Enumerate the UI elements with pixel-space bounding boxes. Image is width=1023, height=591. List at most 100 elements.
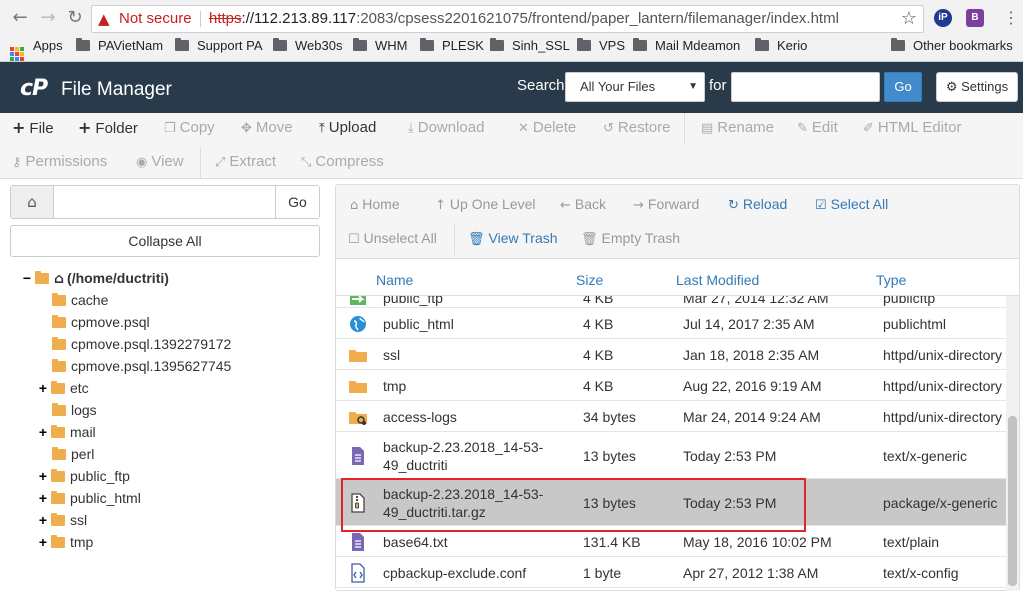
search-scope-select[interactable]: All Your Files ▼ xyxy=(565,72,705,102)
column-name[interactable]: Name xyxy=(376,270,413,290)
file-size: 131.4 KB xyxy=(583,534,641,550)
unselect-all-button[interactable]: ☐ Unselect All xyxy=(348,228,437,250)
file-modified: Aug 22, 2016 9:19 AM xyxy=(683,378,822,394)
table-row[interactable]: access-logs 34 bytes Mar 24, 2014 9:24 AM h… xyxy=(336,401,1006,432)
move-button[interactable]: ✥ Move xyxy=(241,118,293,139)
upload-button[interactable]: ⤒ Upload xyxy=(319,118,376,139)
bookmark-mail-mdeamon[interactable]: Mail Mdeamon xyxy=(633,35,740,57)
copy-button[interactable]: ❐ Copy xyxy=(164,118,215,139)
bookmark-plesk[interactable]: PLESK xyxy=(420,35,484,57)
view-button[interactable]: ◉ View xyxy=(136,152,184,173)
other-bookmarks[interactable]: Other bookmarks xyxy=(891,35,1013,57)
bookmark-pavietnam[interactable]: PAVietNam xyxy=(76,35,163,57)
expand-toggle-icon[interactable]: + xyxy=(38,509,48,531)
tree-item-perl[interactable]: perl xyxy=(52,443,94,465)
back-arrow-icon[interactable]: ← xyxy=(8,6,32,30)
table-row[interactable]: public_ftp 4 KB Mar 27, 2014 12:32 AM publi… xyxy=(336,296,1006,308)
browser-menu-icon[interactable]: ⋮ xyxy=(1003,10,1019,28)
toolbar-label: Edit xyxy=(811,119,838,136)
table-row[interactable]: tmp 4 KB Aug 22, 2016 9:19 AM httpd/unix-di… xyxy=(336,370,1006,401)
tree-item-cache[interactable]: cache xyxy=(52,289,108,311)
expand-toggle-icon[interactable]: + xyxy=(38,531,48,553)
tree-item-mail[interactable]: + mail xyxy=(38,421,96,443)
search-go-button[interactable]: Go xyxy=(884,72,922,102)
expand-toggle-icon[interactable]: + xyxy=(38,487,48,509)
column-last-modified[interactable]: Last Modified xyxy=(676,270,759,290)
tree-item-cpmove-psql[interactable]: cpmove.psql xyxy=(52,311,150,333)
column-size[interactable]: Size xyxy=(576,270,603,290)
extension-b-icon[interactable]: B xyxy=(966,9,984,27)
scrollbar-thumb[interactable] xyxy=(1008,416,1017,586)
table-row[interactable]: cpbackup-exclude.conf 1 byte Apr 27, 2012 … xyxy=(336,557,1006,588)
tree-label: public_ftp xyxy=(70,468,130,484)
file-name[interactable]: tmp xyxy=(383,377,406,395)
permissions-button[interactable]: ⚷ Permissions xyxy=(12,152,107,173)
tree-item-public-ftp[interactable]: + public_ftp xyxy=(38,465,130,487)
tree-label: etc xyxy=(70,380,89,396)
search-input[interactable] xyxy=(731,72,880,102)
tree-item-tmp[interactable]: + tmp xyxy=(38,531,93,553)
select-all-button[interactable]: ☑ Select All xyxy=(815,194,888,216)
expand-toggle-icon[interactable]: + xyxy=(38,377,48,399)
settings-button[interactable]: ⚙ Settings xyxy=(936,72,1018,102)
tree-item-cpmove-psql-1[interactable]: cpmove.psql.1392279172 xyxy=(52,333,231,355)
compress-button[interactable]: ⤡ Compress xyxy=(301,152,384,173)
table-row[interactable]: public_html 4 KB Jul 14, 2017 2:35 AM publi… xyxy=(336,308,1006,339)
bookmark-apps[interactable]: Apps xyxy=(10,35,63,61)
download-button[interactable]: ⤓ Download xyxy=(408,118,484,139)
bookmark-sinh-ssl[interactable]: Sinh_SSL xyxy=(490,35,570,57)
file-name[interactable]: backup-2.23.2018_14-53- 49_ductriti xyxy=(383,438,543,474)
empty-trash-button[interactable]: 🗑 Empty Trash xyxy=(581,228,680,250)
delete-button[interactable]: ✕ Delete xyxy=(518,118,576,139)
html-editor-button[interactable]: ✐ HTML Editor xyxy=(863,118,962,139)
cpanel-logo[interactable]: cP xyxy=(20,76,48,102)
tree-item-logs[interactable]: logs xyxy=(52,399,97,421)
new-file-button[interactable]: + File xyxy=(12,118,54,139)
restore-button[interactable]: ↺ Restore xyxy=(603,118,670,139)
path-go-button[interactable]: Go xyxy=(275,186,319,218)
up-one-level-button[interactable]: ↑ Up One Level xyxy=(435,194,536,216)
bookmark-kerio[interactable]: Kerio xyxy=(755,35,807,57)
home-nav-button[interactable]: ⌂ Home xyxy=(350,194,400,216)
collapse-toggle-icon[interactable]: − xyxy=(22,267,32,289)
column-type[interactable]: Type xyxy=(876,270,906,290)
forward-button[interactable]: → Forward xyxy=(633,194,699,216)
bookmark-whm[interactable]: WHM xyxy=(353,35,408,57)
expand-toggle-icon[interactable]: + xyxy=(38,465,48,487)
expand-toggle-icon[interactable]: + xyxy=(38,421,48,443)
path-input[interactable] xyxy=(55,186,276,218)
tree-root[interactable]: − ⌂ (/home/ductriti) xyxy=(22,267,169,289)
table-row[interactable]: backup-2.23.2018_14-53- 49_ductriti 13 byt… xyxy=(336,432,1006,479)
new-folder-button[interactable]: + Folder xyxy=(78,118,138,139)
collapse-all-button[interactable]: Collapse All xyxy=(10,225,320,257)
file-name[interactable]: cpbackup-exclude.conf xyxy=(383,564,526,582)
rename-button[interactable]: ▤ Rename xyxy=(701,118,774,139)
reload-icon[interactable]: ↻ xyxy=(63,6,87,30)
tree-item-etc[interactable]: + etc xyxy=(38,377,89,399)
file-list-scrollbar[interactable] xyxy=(1006,296,1019,591)
bookmark-vps[interactable]: VPS xyxy=(577,35,625,57)
tree-item-cpmove-psql-2[interactable]: cpmove.psql.1395627745 xyxy=(52,355,231,377)
file-name[interactable]: ssl xyxy=(383,346,400,364)
view-trash-button[interactable]: 🗑 View Trash xyxy=(468,228,558,250)
table-row[interactable]: ssl 4 KB Jan 18, 2018 2:35 AM httpd/unix-di… xyxy=(336,339,1006,370)
bookmark-web30s[interactable]: Web30s xyxy=(273,35,342,57)
file-name[interactable]: public_ftp xyxy=(383,296,443,307)
file-name[interactable]: base64.txt xyxy=(383,533,448,551)
home-icon[interactable]: ⌂ xyxy=(11,186,54,218)
bookmark-support-pa[interactable]: Support PA xyxy=(175,35,263,57)
edit-button[interactable]: ✎ Edit xyxy=(797,118,838,139)
browser-nav-row: ← → ↻ ▲ Not secure https://112.213.89.11… xyxy=(0,4,1023,33)
address-bar[interactable]: ▲ Not secure https://112.213.89.117:2083… xyxy=(91,5,924,33)
forward-arrow-icon[interactable]: → xyxy=(36,6,60,30)
back-button[interactable]: ← Back xyxy=(560,194,606,216)
tree-item-ssl[interactable]: + ssl xyxy=(38,509,87,531)
file-name[interactable]: public_html xyxy=(383,315,454,333)
file-name[interactable]: access-logs xyxy=(383,408,457,426)
bookmark-star-icon[interactable]: ☆ xyxy=(901,6,917,32)
reload-button[interactable]: ↻ Reload xyxy=(728,194,787,216)
folder-icon xyxy=(76,38,90,51)
extension-ip-icon[interactable]: iP xyxy=(934,9,952,27)
extract-button[interactable]: ⤢ Extract xyxy=(215,152,276,173)
tree-item-public-html[interactable]: + public_html xyxy=(38,487,141,509)
